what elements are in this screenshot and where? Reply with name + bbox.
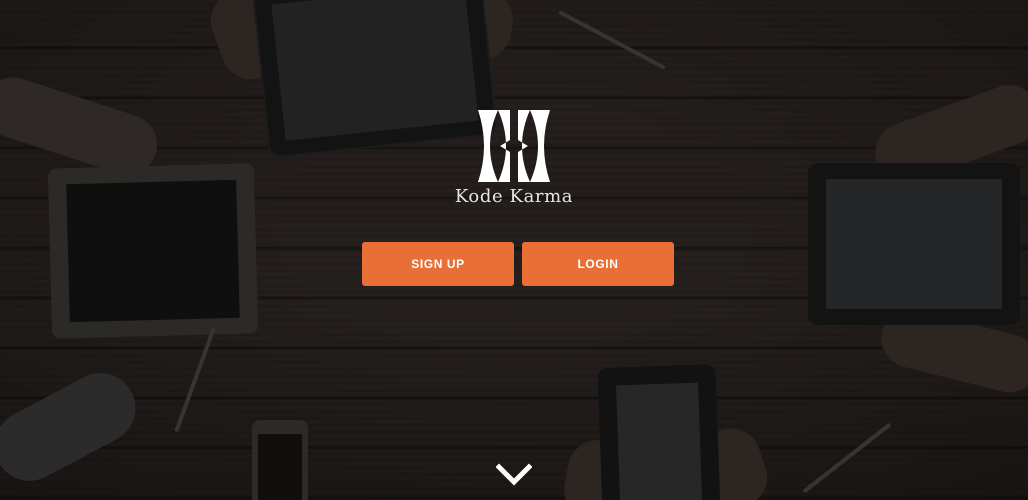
login-button[interactable]: LOGIN bbox=[522, 242, 674, 286]
kk-logo-icon bbox=[478, 110, 550, 182]
chevron-down-icon[interactable] bbox=[496, 462, 532, 488]
brand-name: Kode Karma bbox=[454, 186, 574, 207]
auth-actions: SIGN UP LOGIN bbox=[362, 242, 674, 286]
signup-button[interactable]: SIGN UP bbox=[362, 242, 514, 286]
landing-hero: Kode Karma SIGN UP LOGIN bbox=[0, 0, 1028, 500]
brand: Kode Karma bbox=[0, 110, 1028, 207]
